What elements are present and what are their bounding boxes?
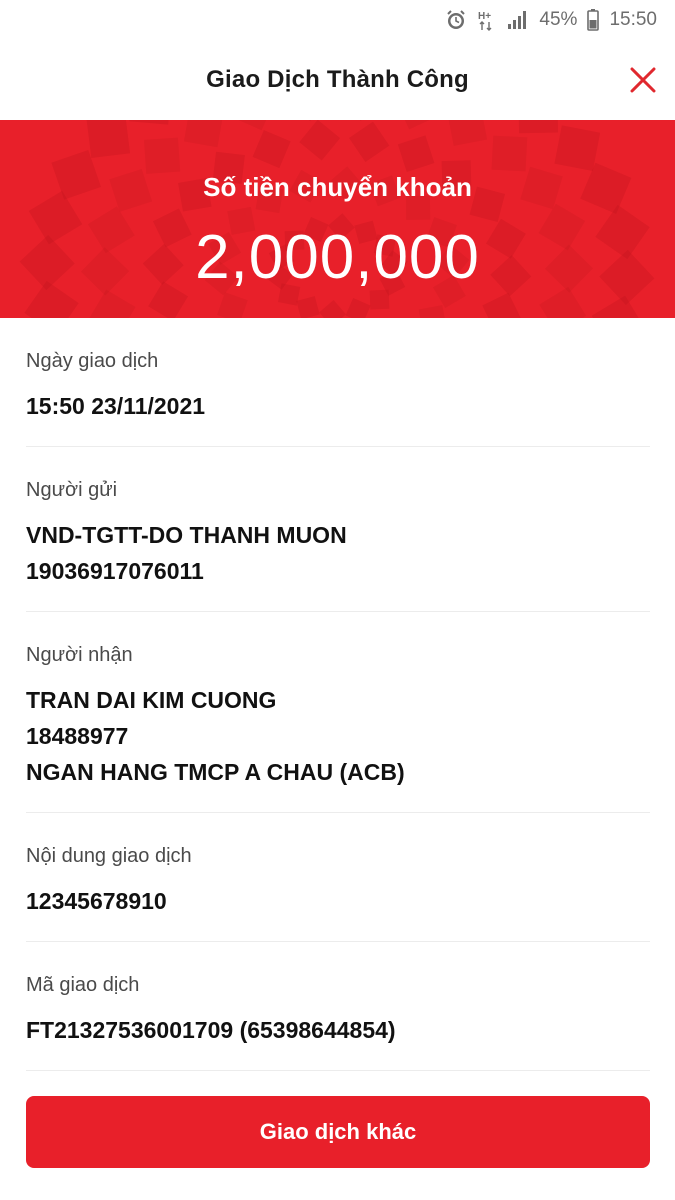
banner-pattern-tile (283, 120, 331, 122)
alarm-icon (445, 9, 467, 31)
status-time: 15:50 (609, 9, 657, 30)
sender-label: Người gửi (26, 479, 118, 501)
battery-icon (587, 9, 600, 31)
sender-account: 19036917076011 (26, 558, 204, 584)
banner-pattern-tile (252, 130, 291, 169)
banner-pattern-tile (554, 125, 601, 172)
network-icon: H+ (477, 9, 497, 31)
receiver-name: TRAN DAI KIM CUONG (26, 687, 277, 713)
banner-pattern-tile (88, 289, 136, 318)
code-label: Mã giao dịch (26, 974, 140, 996)
banner-pattern-tile (345, 297, 371, 318)
banner-pattern-tile (319, 300, 346, 318)
other-transaction-button[interactable]: Giao dịch khác (26, 1096, 650, 1168)
battery-percent: 45% (539, 9, 578, 30)
receiver-account: 18488977 (26, 723, 129, 749)
banner-pattern-tile (447, 120, 488, 146)
banner-pattern-tile (397, 135, 435, 172)
content-value: 12345678910 (26, 888, 167, 914)
banner-pattern-tile (349, 121, 390, 162)
banner-pattern-tile (299, 120, 341, 161)
close-button[interactable] (625, 62, 661, 98)
receiver-bank: NGAN HANG TMCP A CHAU (ACB) (26, 759, 405, 785)
receiver-label: Người nhận (26, 644, 133, 666)
sender-name: VND-TGTT-DO THANH MUON (26, 522, 347, 548)
content-label: Nội dung giao dịch (26, 845, 192, 867)
banner-pattern-tile (339, 120, 387, 121)
date-value: 15:50 23/11/2021 (26, 393, 206, 419)
banner-pattern-tile (129, 120, 172, 125)
code-value: FT21327536001709 (65398644854) (26, 1017, 396, 1043)
banner-pattern-tile (418, 305, 447, 318)
page-title: Giao Dịch Thành Công (206, 66, 469, 93)
status-bar: H+ 45% 15:50 (0, 0, 675, 40)
banner-pattern-tile (518, 120, 559, 134)
banner-pattern-tile (482, 292, 522, 318)
transfer-amount: 2,000,000 (195, 223, 480, 292)
network-type-label: H+ (478, 11, 491, 22)
banner-pattern-tile (183, 120, 224, 148)
amount-banner: Số tiền chuyển khoản 2,000,000 (0, 120, 675, 318)
code-section: Mã giao dịch FT21327536001709 (653986448… (26, 942, 650, 1071)
header: Giao Dịch Thành Công (0, 40, 675, 120)
signal-icon (507, 10, 529, 30)
banner-pattern-tile (86, 120, 131, 159)
banner-pattern-tile (296, 296, 320, 318)
receiver-section: Người nhận TRAN DAI KIM CUONG 18488977 N… (26, 612, 650, 813)
date-section: Ngày giao dịch 15:50 23/11/2021 (26, 318, 650, 447)
date-label: Ngày giao dịch (26, 350, 159, 372)
close-icon (630, 67, 656, 93)
amount-label: Số tiền chuyển khoản (203, 172, 472, 202)
transaction-details: Ngày giao dịch 15:50 23/11/2021 Người gử… (26, 318, 650, 1071)
banner-pattern-tile (591, 295, 646, 318)
banner-pattern-tile (217, 292, 248, 318)
banner-pattern-tile (491, 135, 528, 172)
transaction-success-screen: H+ 45% 15:50 Giao Dịch Thành Công Số tiề… (0, 0, 675, 1200)
banner-pattern-tile (230, 120, 276, 131)
banner-pattern-tile (143, 137, 181, 174)
content-section: Nội dung giao dịch 12345678910 (26, 813, 650, 942)
sender-section: Người gửi VND-TGTT-DO THANH MUON 1903691… (26, 447, 650, 612)
banner-pattern-tile (394, 120, 441, 130)
